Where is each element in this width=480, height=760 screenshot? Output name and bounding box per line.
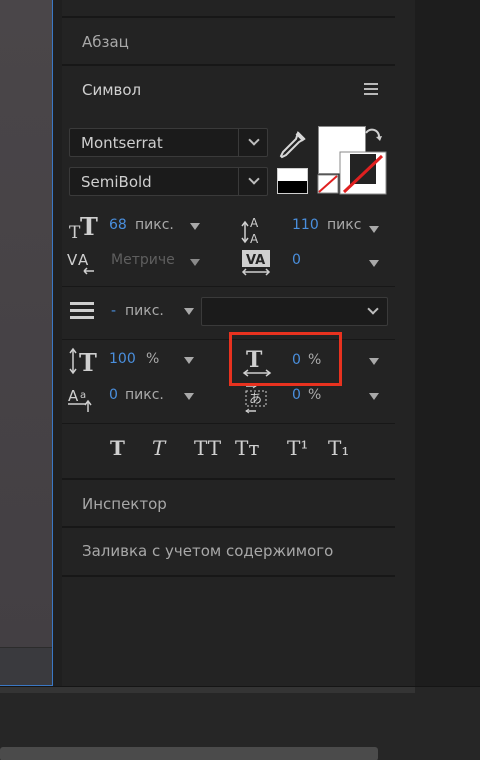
font-size-unit: пикс. — [135, 217, 174, 233]
indent-value[interactable]: - — [111, 303, 116, 319]
svg-text:A: A — [250, 216, 259, 230]
leading-unit: пикс — [327, 217, 362, 233]
horizontal-scrollbar[interactable] — [0, 747, 378, 760]
essential-graphics-panel: Абзац Символ Montserrat SemiBold T T 68 … — [62, 0, 415, 686]
kerning-icon: V A — [67, 251, 94, 275]
tracking-icon: VA — [241, 250, 271, 276]
tsume-unit: % — [308, 387, 322, 403]
superscript-button[interactable]: T¹ — [287, 436, 308, 460]
inspector-section[interactable]: Инспектор — [62, 478, 395, 528]
svg-text:V: V — [67, 251, 78, 269]
font-family-value: Montserrat — [81, 134, 163, 152]
svg-text:VA: VA — [246, 253, 265, 268]
small-caps-button[interactable]: Tт — [235, 436, 259, 460]
kerning-value[interactable]: Метриче — [111, 252, 175, 268]
faux-italic-button[interactable]: T — [152, 436, 165, 460]
svg-text:A: A — [68, 387, 79, 405]
baseline-shift-unit: пикс. — [125, 387, 164, 403]
baseline-shift-icon: A a — [68, 387, 92, 412]
chevron-down-icon — [367, 303, 379, 315]
font-style-value: SemiBold — [81, 173, 152, 191]
align-lines-icon — [70, 302, 94, 319]
subscript-button[interactable]: T₁ — [328, 436, 349, 460]
indent-options-dropdown[interactable] — [201, 297, 388, 326]
stroke-color-swatch[interactable] — [338, 150, 388, 196]
leading-value[interactable]: 110 — [292, 217, 319, 233]
default-colors-swatch[interactable] — [277, 168, 308, 194]
tsume-dropdown-icon[interactable] — [369, 393, 379, 400]
no-fill-swatch[interactable] — [317, 174, 339, 194]
svg-text:あ: あ — [249, 392, 262, 407]
svg-text:T: T — [80, 214, 98, 240]
svg-text:a: a — [80, 390, 86, 401]
tsume-icon: あ — [245, 384, 267, 414]
vertical-scale-icon: T — [69, 347, 97, 375]
baseline-shift-value[interactable]: 0 — [109, 387, 118, 403]
tsume-value[interactable]: 0 — [292, 387, 301, 403]
paragraph-section[interactable]: Абзац — [62, 18, 395, 66]
content-aware-fill-section[interactable]: Заливка с учетом содержимого — [62, 528, 395, 577]
vertical-scale-value[interactable]: 100 — [109, 351, 136, 367]
section-divider — [62, 0, 395, 18]
vertical-scale-dropdown-icon[interactable] — [184, 357, 194, 364]
chevron-down-icon — [248, 134, 260, 146]
content-aware-fill-title[interactable]: Заливка с учетом содержимого — [82, 542, 333, 560]
leading-dropdown-icon[interactable] — [369, 226, 379, 233]
font-size-icon: T T — [69, 214, 98, 240]
vertical-scale-unit: % — [146, 351, 160, 367]
svg-text:T: T — [79, 348, 97, 375]
font-size-dropdown-icon[interactable] — [190, 223, 200, 230]
bottom-timeline-area — [0, 686, 480, 760]
font-style-dropdown[interactable]: SemiBold — [69, 167, 268, 196]
inspector-section-title[interactable]: Инспектор — [82, 495, 167, 513]
tracking-value[interactable]: 0 — [292, 252, 301, 268]
svg-text:A: A — [78, 251, 89, 269]
faux-bold-button[interactable]: T — [110, 436, 125, 460]
paragraph-section-title[interactable]: Абзац — [82, 33, 129, 51]
character-section-title[interactable]: Символ — [82, 81, 141, 99]
divider — [53, 0, 62, 686]
tracking-dropdown-icon[interactable] — [369, 260, 379, 267]
all-caps-button[interactable]: TT — [194, 436, 221, 460]
font-family-dropdown[interactable]: Montserrat — [69, 128, 268, 157]
swap-colors-icon[interactable] — [362, 128, 384, 150]
chevron-down-icon — [248, 173, 260, 185]
kerning-dropdown-icon[interactable] — [190, 259, 200, 266]
indent-unit: пикс. — [125, 303, 164, 319]
panel-menu-icon[interactable] — [364, 83, 378, 95]
canvas-preview[interactable] — [0, 0, 52, 648]
indent-dropdown-icon[interactable] — [184, 308, 194, 315]
baseline-shift-dropdown-icon[interactable] — [184, 393, 194, 400]
horizontal-scale-dropdown-icon[interactable] — [369, 358, 379, 365]
eyedropper-icon[interactable] — [277, 130, 307, 162]
leading-icon: A A — [241, 216, 259, 245]
right-dock-area — [415, 0, 480, 686]
canvas-area[interactable] — [0, 0, 53, 686]
font-size-value[interactable]: 68 — [109, 217, 127, 233]
svg-text:A: A — [250, 232, 259, 245]
highlight-box — [229, 332, 342, 386]
